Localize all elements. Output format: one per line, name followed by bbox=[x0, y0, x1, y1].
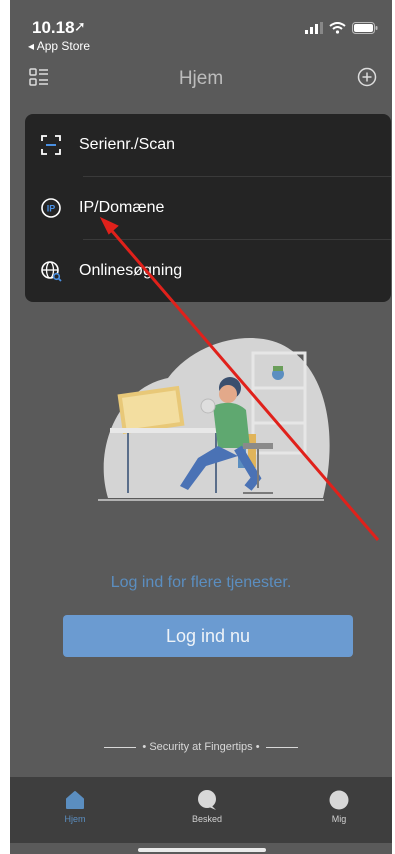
tab-label: Hjem bbox=[64, 814, 86, 824]
menu-item-label: Onlinesøgning bbox=[79, 262, 183, 279]
menu-item-online-search[interactable]: Onlinesøgning bbox=[25, 240, 391, 302]
tab-label: Mig bbox=[331, 814, 347, 824]
tab-mig[interactable]: Mig bbox=[299, 777, 379, 837]
wifi-icon bbox=[329, 22, 346, 34]
status-bar: 10.18 ➚ ◂ App Store bbox=[10, 0, 392, 56]
tab-bar: Hjem Besked Mig bbox=[10, 777, 392, 843]
globe-search-icon bbox=[37, 257, 65, 285]
login-button[interactable]: Log ind nu bbox=[63, 615, 353, 657]
tagline-text: • Security at Fingertips • bbox=[142, 741, 260, 753]
ip-icon: IP bbox=[37, 194, 65, 222]
top-bar: Hjem bbox=[10, 56, 392, 100]
signal-icon bbox=[305, 22, 323, 34]
home-icon bbox=[35, 789, 115, 811]
location-icon: ➚ bbox=[74, 18, 86, 34]
menu-item-label: Serienr./Scan bbox=[79, 136, 176, 153]
menu-item-serial-scan[interactable]: Serienr./Scan bbox=[25, 114, 391, 176]
divider bbox=[265, 746, 298, 748]
divider bbox=[104, 746, 137, 748]
tab-home[interactable]: Hjem bbox=[35, 777, 115, 837]
tagline: • Security at Fingertips • bbox=[10, 741, 392, 753]
home-indicator bbox=[138, 848, 266, 852]
plus-circle-icon[interactable] bbox=[356, 66, 378, 93]
page-title: Hjem bbox=[178, 68, 224, 89]
menu-item-label: IP/Domæne bbox=[79, 199, 165, 216]
scan-icon bbox=[37, 131, 65, 159]
battery-icon bbox=[352, 22, 378, 34]
profile-icon bbox=[299, 789, 379, 811]
menu-item-ip-domain[interactable]: IP IP/Domæne bbox=[25, 177, 391, 239]
tab-label: Besked bbox=[191, 814, 223, 824]
login-prompt[interactable]: Log ind for flere tjenester. bbox=[10, 574, 392, 592]
back-to-app-store-link[interactable]: ◂ App Store bbox=[28, 39, 90, 53]
add-device-menu: Serienr./Scan IP IP/Domæne Onlinesøgning bbox=[25, 114, 391, 302]
workspace-illustration bbox=[98, 338, 330, 501]
tab-besked[interactable]: Besked bbox=[167, 777, 247, 837]
status-icons bbox=[305, 22, 378, 34]
message-icon bbox=[167, 789, 247, 811]
status-time: 10.18 bbox=[32, 18, 75, 37]
svg-text:IP: IP bbox=[47, 204, 56, 214]
app-screen: 10.18 ➚ ◂ App Store Hjem Serienr./Scan I… bbox=[10, 0, 392, 854]
